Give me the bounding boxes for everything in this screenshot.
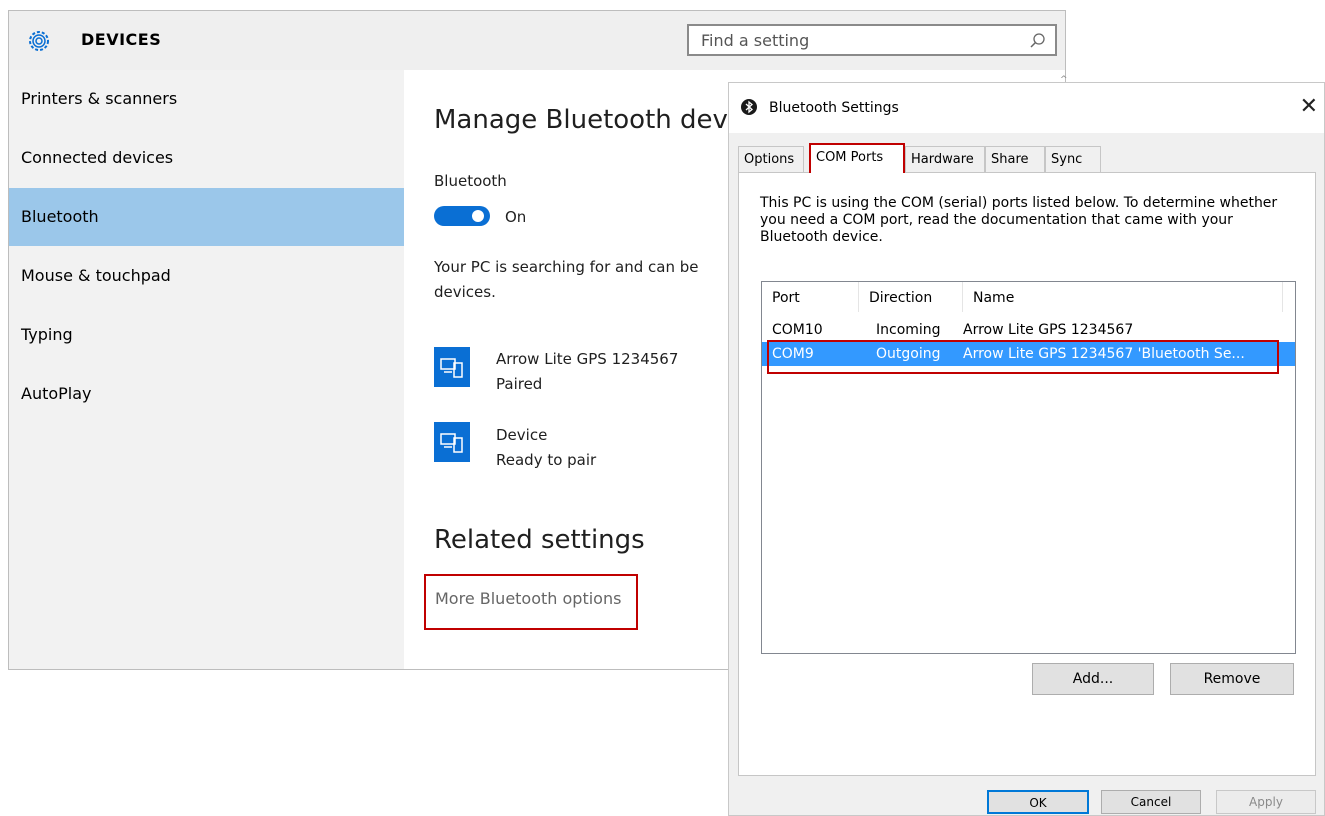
column-header-name[interactable]: Name (963, 282, 1283, 312)
more-bluetooth-options-link[interactable]: More Bluetooth options (424, 574, 638, 630)
selection-highlight (767, 340, 1279, 374)
cell-direction: Incoming (876, 322, 941, 338)
com-ports-panel: This PC is using the COM (serial) ports … (738, 172, 1316, 776)
close-icon[interactable]: ✕ (1300, 94, 1318, 119)
column-header-direction[interactable]: Direction (859, 282, 963, 312)
bluetooth-settings-dialog: Bluetooth Settings ✕ Options COM Ports H… (728, 82, 1325, 816)
device-icon (434, 347, 470, 387)
sidebar-item-connected-devices[interactable]: Connected devices (9, 129, 404, 187)
device-status: Paired (496, 375, 543, 393)
sidebar: Printers & scanners Connected devices Bl… (9, 70, 404, 669)
ok-button[interactable]: OK (987, 790, 1089, 814)
dialog-title: Bluetooth Settings (769, 100, 899, 116)
sidebar-item-mouse[interactable]: Mouse & touchpad (9, 247, 404, 305)
header-bar: DEVICES Find a setting (9, 11, 1065, 70)
table-row[interactable]: COM10 Incoming Arrow Lite GPS 1234567 (762, 318, 1295, 342)
tab-hardware[interactable]: Hardware (905, 146, 985, 172)
sidebar-item-typing[interactable]: Typing (9, 306, 404, 364)
search-input[interactable]: Find a setting (687, 24, 1057, 56)
gear-icon (29, 31, 49, 51)
com-ports-description: This PC is using the COM (serial) ports … (760, 195, 1278, 245)
device-name: Device (496, 426, 548, 444)
tab-options[interactable]: Options (738, 146, 804, 172)
tab-com-ports[interactable]: COM Ports (809, 143, 905, 173)
cell-name: Arrow Lite GPS 1234567 (963, 322, 1134, 338)
com-ports-list[interactable]: Port Direction Name COM10 Incoming Arrow… (761, 281, 1296, 654)
bluetooth-icon (741, 99, 757, 115)
remove-button[interactable]: Remove (1170, 663, 1294, 695)
related-settings-heading: Related settings (434, 525, 645, 555)
device-icon (434, 422, 470, 462)
device-name: Arrow Lite GPS 1234567 (496, 350, 679, 368)
page-title: DEVICES (81, 30, 162, 49)
toggle-state-label: On (505, 208, 527, 226)
sidebar-item-autoplay[interactable]: AutoPlay (9, 365, 404, 423)
column-header-port[interactable]: Port (762, 282, 859, 312)
tab-share[interactable]: Share (985, 146, 1045, 172)
bluetooth-label: Bluetooth (434, 172, 507, 190)
main-title: Manage Bluetooth devi (434, 105, 736, 135)
add-button[interactable]: Add... (1032, 663, 1154, 695)
toggle-knob (472, 210, 484, 222)
search-placeholder: Find a setting (701, 31, 810, 50)
device-status: Ready to pair (496, 451, 597, 469)
searching-text-2: devices. (434, 283, 496, 301)
bluetooth-toggle[interactable] (434, 206, 490, 226)
searching-text: Your PC is searching for and can be (434, 258, 699, 276)
sidebar-item-bluetooth[interactable]: Bluetooth (9, 188, 404, 246)
cancel-button[interactable]: Cancel (1101, 790, 1201, 814)
cell-port: COM10 (772, 322, 823, 338)
sidebar-item-printers[interactable]: Printers & scanners (9, 70, 404, 128)
apply-button[interactable]: Apply (1216, 790, 1316, 814)
search-icon[interactable] (1029, 32, 1047, 50)
tab-sync[interactable]: Sync (1045, 146, 1101, 172)
dialog-titlebar: Bluetooth Settings ✕ (729, 83, 1324, 133)
